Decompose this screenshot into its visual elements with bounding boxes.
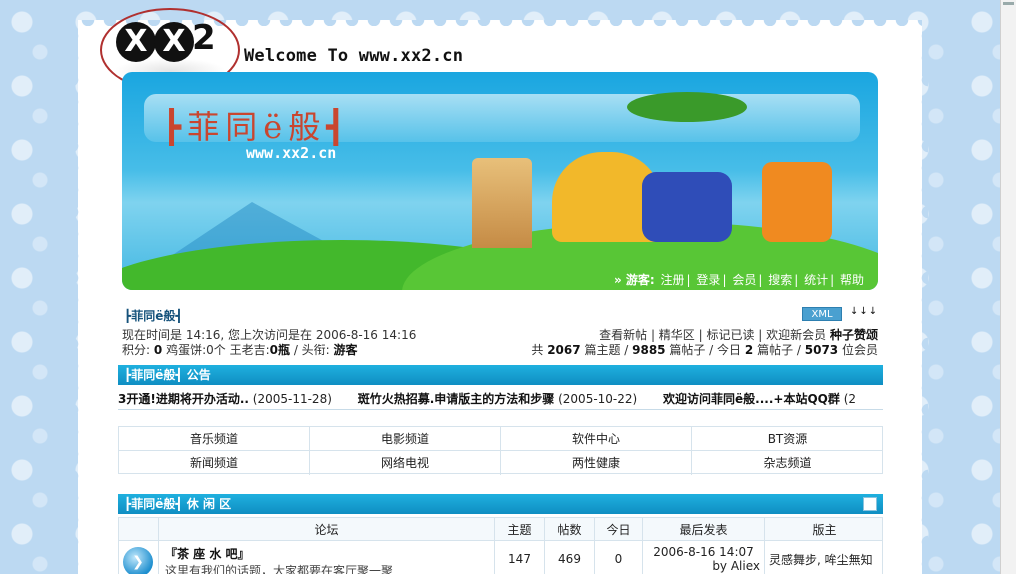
banner-url: www.xx2.cn xyxy=(246,144,337,162)
nav-separator: | xyxy=(830,273,835,287)
announcement-title[interactable]: 斑竹火热招募.申请版主的方法和步骤 xyxy=(358,392,555,406)
forum-description: 这里有我们的话题，大家都要在客厅聚一聚 xyxy=(165,564,394,574)
points-line: 积分: 0 鸡蛋饼:0个 王老吉:0瓶 / 头衔: 游客 xyxy=(122,343,416,358)
announcement-title[interactable]: 3开通!进期将开办活动.. xyxy=(118,392,249,406)
nav-separator: | xyxy=(758,273,763,287)
topics-count: 2067 xyxy=(547,343,581,357)
announcement-date: (2005-11-28) xyxy=(252,392,332,406)
topics-label: 篇主题 / xyxy=(584,343,629,357)
members-count: 5073 xyxy=(804,343,839,357)
scroll-arrow-icon[interactable] xyxy=(1003,2,1014,5)
announcement-item[interactable]: 斑竹火热招募.申请版主的方法和步骤 (2005-10-22) xyxy=(358,388,638,409)
eggs-value: 0个 xyxy=(206,343,226,357)
top-nav: » 游客: 注册 | 登录 | 会员 | 搜索 | 统计 | 帮助 xyxy=(612,271,864,288)
welcome-text: Welcome To www.xx2.cn xyxy=(244,46,464,66)
nav-search-link[interactable]: 搜索 xyxy=(768,273,792,287)
channel-health-link[interactable]: 两性健康 xyxy=(501,451,692,475)
site-banner: ┣菲同ё般┫ www.xx2.cn » 游客: 注册 | 登录 | 会员 | 搜索 | … xyxy=(122,72,878,290)
time-line: 现在时间是 14:16, 您上次访问是在 2006-8-16 14:16 xyxy=(122,328,417,342)
header-posts: 帖数 xyxy=(545,518,595,542)
header-last-post: 最后发表 xyxy=(643,518,765,542)
window-scrollbar[interactable] xyxy=(1000,0,1016,574)
announcement-item[interactable]: 3开通!进期将开办活动.. (2005-11-28) xyxy=(118,388,332,409)
table-row: ❯ 『茶 座 水 吧』 这里有我们的话题，大家都要在客厅聚一聚 147 469 … xyxy=(118,541,883,574)
channel-links-table: 音乐频道 电影频道 软件中心 BT资源 新闻频道 网络电视 两性健康 杂志频道 xyxy=(118,426,883,475)
user-info: 现在时间是 14:16, 您上次访问是在 2006-8-16 14:16 积分:… xyxy=(122,328,416,358)
castle-icon xyxy=(472,158,532,248)
header-today: 今日 xyxy=(595,518,643,542)
header-moderators: 版主 xyxy=(812,523,837,537)
guest-label: » 游客: xyxy=(613,273,655,287)
nav-register-link[interactable]: 注册 xyxy=(661,273,685,287)
banner-site-title: ┣菲同ё般┫ xyxy=(162,108,352,146)
logo-x-icon: X xyxy=(154,22,194,62)
logo-two-icon: 2 xyxy=(192,18,216,58)
forum-last-post: 2006-8-16 14:07 by Aliex xyxy=(643,541,765,574)
last-post-time[interactable]: 2006-8-16 14:07 xyxy=(647,545,760,559)
forum-table-header: 论坛 主题 帖数 今日 最后发表 版主 xyxy=(118,517,883,542)
today-count: 2 xyxy=(744,343,754,357)
nav-separator: | xyxy=(722,273,727,287)
nav-separator: | xyxy=(686,273,691,287)
channel-movie-link[interactable]: 电影频道 xyxy=(310,427,501,451)
announcement-date: (2005-10-22) xyxy=(558,392,638,406)
leisure-section-title[interactable]: ┣菲同ё般┫ 休 闲 区 xyxy=(124,497,231,511)
title-label: / 头衔: xyxy=(293,343,330,357)
channel-magazine-link[interactable]: 杂志频道 xyxy=(692,451,883,475)
channel-software-link[interactable]: 软件中心 xyxy=(501,427,692,451)
logo-x-icon: X xyxy=(116,22,156,62)
announcement-date: (2 xyxy=(843,392,857,406)
nav-stats-link[interactable]: 统计 xyxy=(804,273,828,287)
collapse-icon[interactable] xyxy=(863,497,877,511)
posts-count: 9885 xyxy=(632,343,666,357)
forum-name-link[interactable]: 『茶 座 水 吧』 xyxy=(165,545,488,562)
points-label: 积分: xyxy=(122,343,151,357)
channel-news-link[interactable]: 新闻频道 xyxy=(119,451,310,475)
stats-prefix: 共 xyxy=(531,343,544,357)
points-value: 0 xyxy=(153,343,163,357)
leisure-section-header: ┣菲同ё般┫ 休 闲 区 xyxy=(118,494,883,514)
channel-music-link[interactable]: 音乐频道 xyxy=(119,427,310,451)
forum-posts: 469 xyxy=(545,541,595,574)
expand-arrows-icon[interactable]: ↓↓↓ xyxy=(850,306,878,317)
members-label: 位会员 xyxy=(841,343,878,357)
header-forum: 论坛 xyxy=(159,518,495,542)
posts-label: 篇帖子 / 今日 xyxy=(669,343,742,357)
nav-separator: | xyxy=(794,273,799,287)
board-stats: 查看新帖 | 精华区 | 标记已读 | 欢迎新会员 种子赞颂 共 2067 篇主… xyxy=(531,328,878,358)
title-value: 游客 xyxy=(333,343,358,357)
nav-help-link[interactable]: 帮助 xyxy=(840,273,864,287)
announcement-title[interactable]: 欢迎访问菲同ё般....+本站QQ群 xyxy=(663,392,840,406)
cartoon-building-icon xyxy=(642,172,732,242)
wine-label: 王老吉: xyxy=(229,343,270,357)
forum-status-icon: ❯ xyxy=(123,547,153,574)
cartoon-building-icon xyxy=(762,162,832,242)
announcement-marquee: 3开通!进期将开办活动.. (2005-11-28) 斑竹火热招募.申请版主的方… xyxy=(118,388,883,410)
forum-today: 0 xyxy=(595,541,643,574)
forum-name-cell: 『茶 座 水 吧』 这里有我们的话题，大家都要在客厅聚一聚 xyxy=(159,541,495,574)
header-icon-col xyxy=(119,518,159,542)
channel-bt-link[interactable]: BT资源 xyxy=(692,427,883,451)
forum-topics: 147 xyxy=(495,541,545,574)
last-post-author[interactable]: by Aliex xyxy=(647,559,760,573)
board-title[interactable]: ┣菲同ё般┫ xyxy=(124,307,183,324)
palm-tree-icon xyxy=(627,92,747,122)
today-label: 篇帖子 / xyxy=(757,343,801,357)
quick-links-text[interactable]: 查看新帖 | 精华区 | 标记已读 | 欢迎新会员 xyxy=(599,328,826,342)
eggs-label: 鸡蛋饼: xyxy=(166,343,207,357)
new-member-link[interactable]: 种子赞颂 xyxy=(830,328,878,342)
announcement-item[interactable]: 欢迎访问菲同ё般....+本站QQ群 (2 xyxy=(663,388,857,409)
forum-moderators[interactable]: 灵感舞步, 哞尘無知 xyxy=(765,541,884,574)
announcement-section-header: ┣菲同ё般┫ 公告 xyxy=(118,365,883,385)
quick-links[interactable]: 查看新帖 | 精华区 | 标记已读 | 欢迎新会员 种子赞颂 xyxy=(531,328,878,343)
header-topics: 主题 xyxy=(495,518,545,542)
channel-tv-link[interactable]: 网络电视 xyxy=(310,451,501,475)
nav-members-link[interactable]: 会员 xyxy=(732,273,756,287)
xml-feed-button[interactable]: XML xyxy=(802,307,842,321)
stats-line: 共 2067 篇主题 / 9885 篇帖子 / 今日 2 篇帖子 / 5073 … xyxy=(531,343,878,358)
wine-value: 0瓶 xyxy=(269,343,290,357)
nav-login-link[interactable]: 登录 xyxy=(696,273,720,287)
forum-status-cell: ❯ xyxy=(119,541,159,574)
